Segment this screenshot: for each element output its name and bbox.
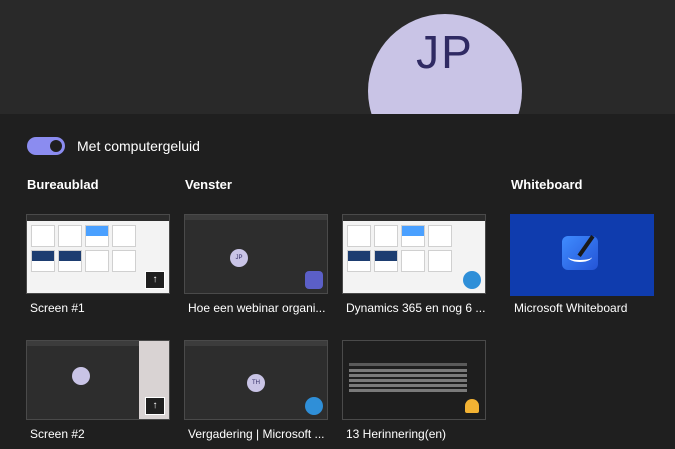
- edge-icon: [305, 397, 323, 415]
- edge-icon: [463, 271, 481, 289]
- window-meeting-label: Vergadering | Microsoft ...: [188, 427, 325, 441]
- window-dynamics-label: Dynamics 365 en nog 6 ...: [346, 301, 486, 315]
- screen-thumbnail-content: [31, 225, 136, 272]
- whiteboard-label: Microsoft Whiteboard: [514, 301, 628, 315]
- window-meeting-thumbnail[interactable]: TH: [184, 340, 328, 420]
- screen-2-thumbnail[interactable]: ↑: [26, 340, 170, 420]
- section-title-whiteboard: Whiteboard: [511, 177, 583, 192]
- screen-2-avatar: [72, 367, 90, 385]
- teams-icon: [305, 271, 323, 289]
- screen-1-label: Screen #1: [30, 301, 85, 315]
- screen-2-label: Screen #2: [30, 427, 85, 441]
- screen-1-thumbnail[interactable]: ↑: [26, 214, 170, 294]
- whiteboard-icon: [562, 236, 598, 270]
- computer-audio-toggle-row[interactable]: Met computergeluid: [27, 137, 200, 155]
- bell-icon: [465, 399, 479, 413]
- section-title-desktop: Bureaublad: [27, 177, 99, 192]
- whiteboard-thumbnail[interactable]: [510, 214, 654, 296]
- window-webinar-thumbnail[interactable]: JP: [184, 214, 328, 294]
- window-avatar: TH: [247, 374, 265, 392]
- computer-audio-label: Met computergeluid: [77, 138, 200, 154]
- avatar-initials: JP: [416, 26, 474, 78]
- share-screen-icon: ↑: [145, 271, 165, 289]
- window-reminders-label: 13 Herinnering(en): [346, 427, 447, 441]
- window-thumbnail-content: [347, 225, 452, 272]
- window-avatar: JP: [230, 249, 248, 267]
- participant-avatar: JP: [368, 14, 522, 114]
- window-reminders-thumbnail[interactable]: [342, 340, 486, 420]
- computer-audio-toggle[interactable]: [27, 137, 65, 155]
- section-title-window: Venster: [185, 177, 232, 192]
- window-webinar-label: Hoe een webinar organi...: [188, 301, 326, 315]
- stage-area: JP: [0, 0, 675, 114]
- window-dynamics-thumbnail[interactable]: [342, 214, 486, 294]
- share-screen-icon: ↑: [145, 397, 165, 415]
